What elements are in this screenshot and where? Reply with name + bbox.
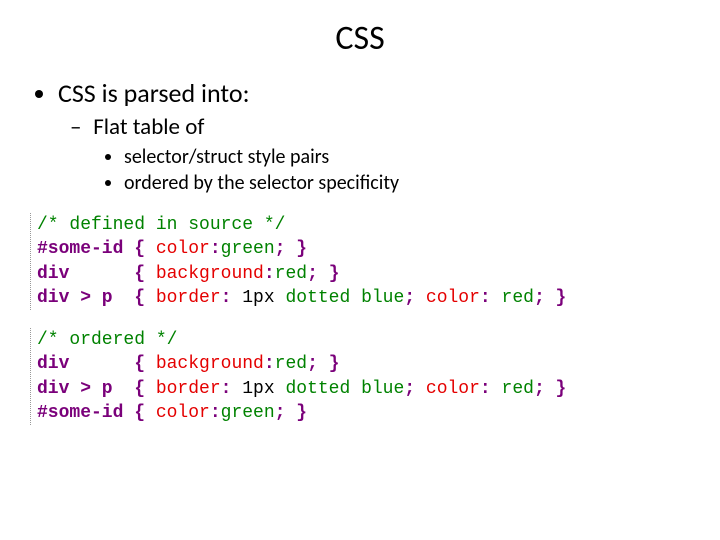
code-row: div { background:red; } — [37, 352, 690, 376]
code-comment: /* ordered */ — [37, 328, 690, 352]
code-row: div > p { border: 1px dotted blue; color… — [37, 286, 690, 310]
code-row: #some-id { color:green; } — [37, 237, 690, 261]
code-row: #some-id { color:green; } — [37, 401, 690, 425]
code-block-ordered: /* ordered */ div { background:red; } di… — [30, 328, 690, 425]
bullet-list-l2: Flat table of selector/struct style pair… — [58, 113, 690, 195]
slide-title: CSS — [30, 18, 690, 59]
bullet-list-l3: selector/struct style pairs ordered by t… — [88, 145, 690, 195]
bullet-list-l1: CSS is parsed into: Flat table of select… — [30, 77, 690, 195]
bullet-l2-item: Flat table of selector/struct style pair… — [88, 113, 690, 195]
bullet-l3-item: ordered by the selector specificity — [124, 171, 690, 195]
bullet-l3-item: selector/struct style pairs — [124, 145, 690, 169]
bullet-l1-item: CSS is parsed into: Flat table of select… — [58, 77, 690, 195]
bullet-l1-text: CSS is parsed into: — [58, 77, 250, 109]
bullet-l2-text: Flat table of — [93, 113, 204, 141]
code-row: div > p { border: 1px dotted blue; color… — [37, 377, 690, 401]
code-comment: /* defined in source */ — [37, 213, 690, 237]
slide: CSS CSS is parsed into: Flat table of se… — [0, 0, 720, 425]
code-row: div { background:red; } — [37, 262, 690, 286]
code-block-defined: /* defined in source */ #some-id { color… — [30, 213, 690, 310]
